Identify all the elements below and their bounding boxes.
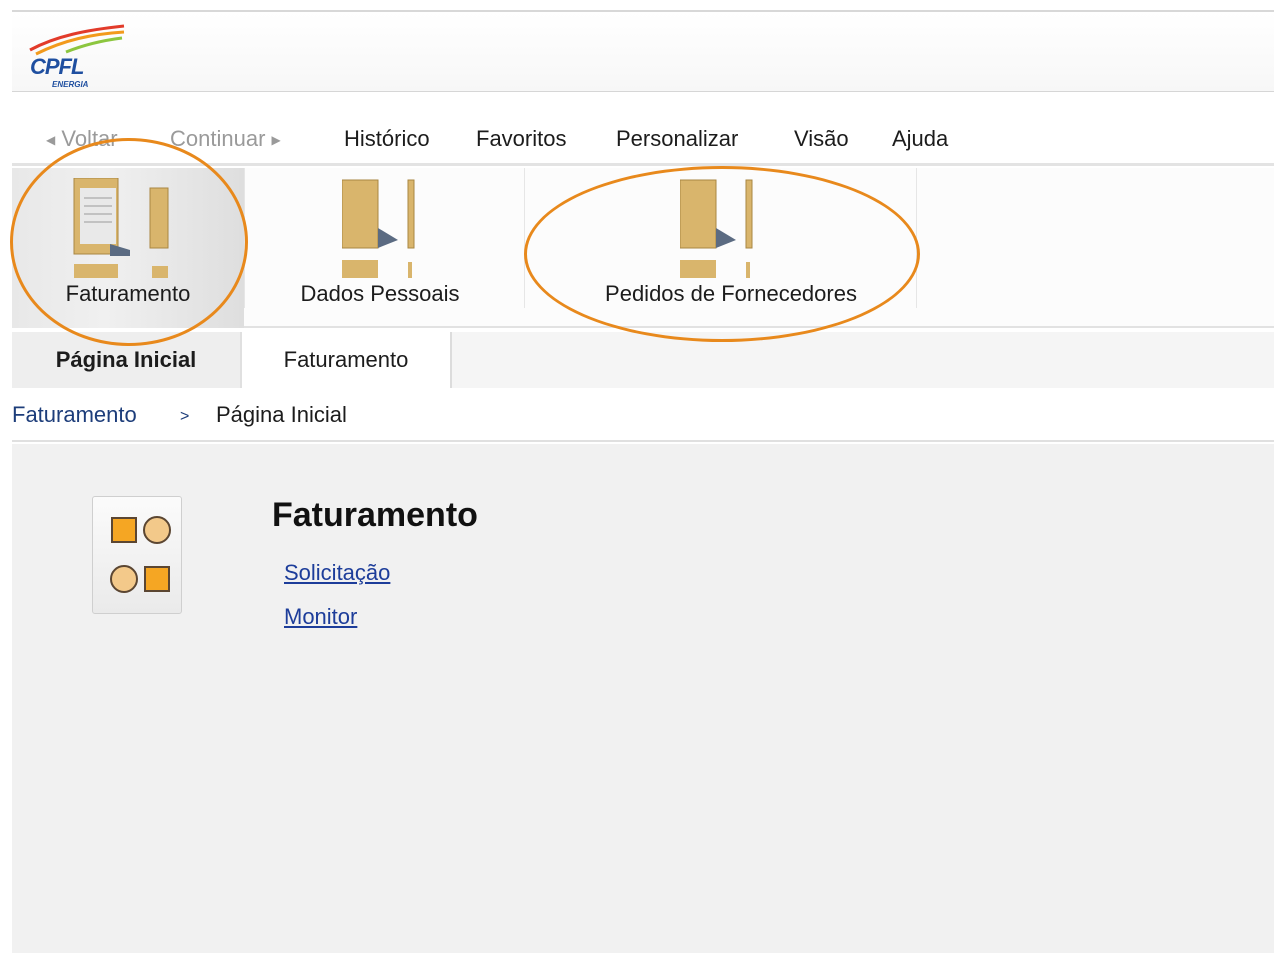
launchpad-divider — [524, 168, 525, 308]
menu-favoritos[interactable]: Favoritos — [476, 126, 566, 152]
folder-icon — [342, 179, 415, 278]
launchpad-divider — [244, 168, 245, 308]
breadcrumb-separator: > — [180, 408, 190, 425]
section-title: Faturamento — [272, 496, 478, 534]
cpfl-logo[interactable]: CPFL ENERGIA — [26, 18, 126, 90]
square-shape — [144, 566, 170, 592]
logo-subtext: ENERGIA — [52, 80, 89, 89]
square-shape — [111, 517, 137, 543]
forward-button[interactable]: Continuar ▶ — [170, 126, 281, 152]
folder-documents-icon — [73, 178, 169, 278]
main-content: Faturamento Solicitação Monitor — [12, 444, 1274, 953]
breadcrumb: Faturamento > Página Inicial — [12, 392, 1274, 442]
menu-historico[interactable]: Histórico — [344, 126, 430, 152]
tab-faturamento[interactable]: Faturamento — [242, 332, 452, 388]
triangle-right-icon: ▶ — [271, 133, 281, 148]
launchpad-label: Dados Pessoais — [300, 281, 460, 306]
launchpad-tile-pedidos-fornecedores[interactable]: Pedidos de Fornecedores — [546, 168, 916, 328]
page-tabs: Página Inicial Faturamento — [12, 332, 1274, 388]
portal-header: CPFL ENERGIA — [12, 10, 1274, 92]
back-button[interactable]: ◀ Voltar — [46, 126, 118, 152]
launchpad-label: Faturamento — [65, 281, 191, 306]
circle-shape — [143, 516, 171, 544]
launchpad-label: Pedidos de Fornecedores — [605, 281, 857, 306]
breadcrumb-parent-link[interactable]: Faturamento — [12, 402, 137, 428]
breadcrumb-current: Página Inicial — [216, 402, 347, 427]
forward-label: Continuar — [170, 126, 266, 151]
launchpad-bar: Faturamento Dados Pessoais Pedidos de Fo… — [12, 168, 1274, 328]
menu-visao[interactable]: Visão — [794, 126, 849, 152]
link-monitor[interactable]: Monitor — [284, 604, 357, 630]
launchpad-divider — [916, 168, 917, 308]
link-solicitacao[interactable]: Solicitação — [284, 560, 390, 586]
menu-ajuda[interactable]: Ajuda — [892, 126, 948, 152]
menu-bar: ◀ Voltar Continuar ▶ Histórico Favoritos… — [12, 110, 1274, 166]
app-grid-icon — [92, 496, 182, 614]
folder-icon — [680, 179, 753, 278]
tab-pagina-inicial[interactable]: Página Inicial — [12, 332, 242, 388]
back-label: Voltar — [61, 126, 118, 151]
circle-shape — [110, 565, 138, 593]
portal-window: CPFL ENERGIA ◀ Voltar Continuar ▶ Histór… — [12, 0, 1274, 953]
logo-text: CPFL — [30, 54, 84, 79]
menu-personalizar[interactable]: Personalizar — [616, 126, 738, 152]
triangle-left-icon: ◀ — [46, 133, 56, 148]
logo-swoosh-icon — [29, 24, 125, 56]
launchpad-tile-dados-pessoais[interactable]: Dados Pessoais — [262, 168, 498, 328]
launchpad-tile-faturamento[interactable]: Faturamento — [12, 168, 244, 328]
